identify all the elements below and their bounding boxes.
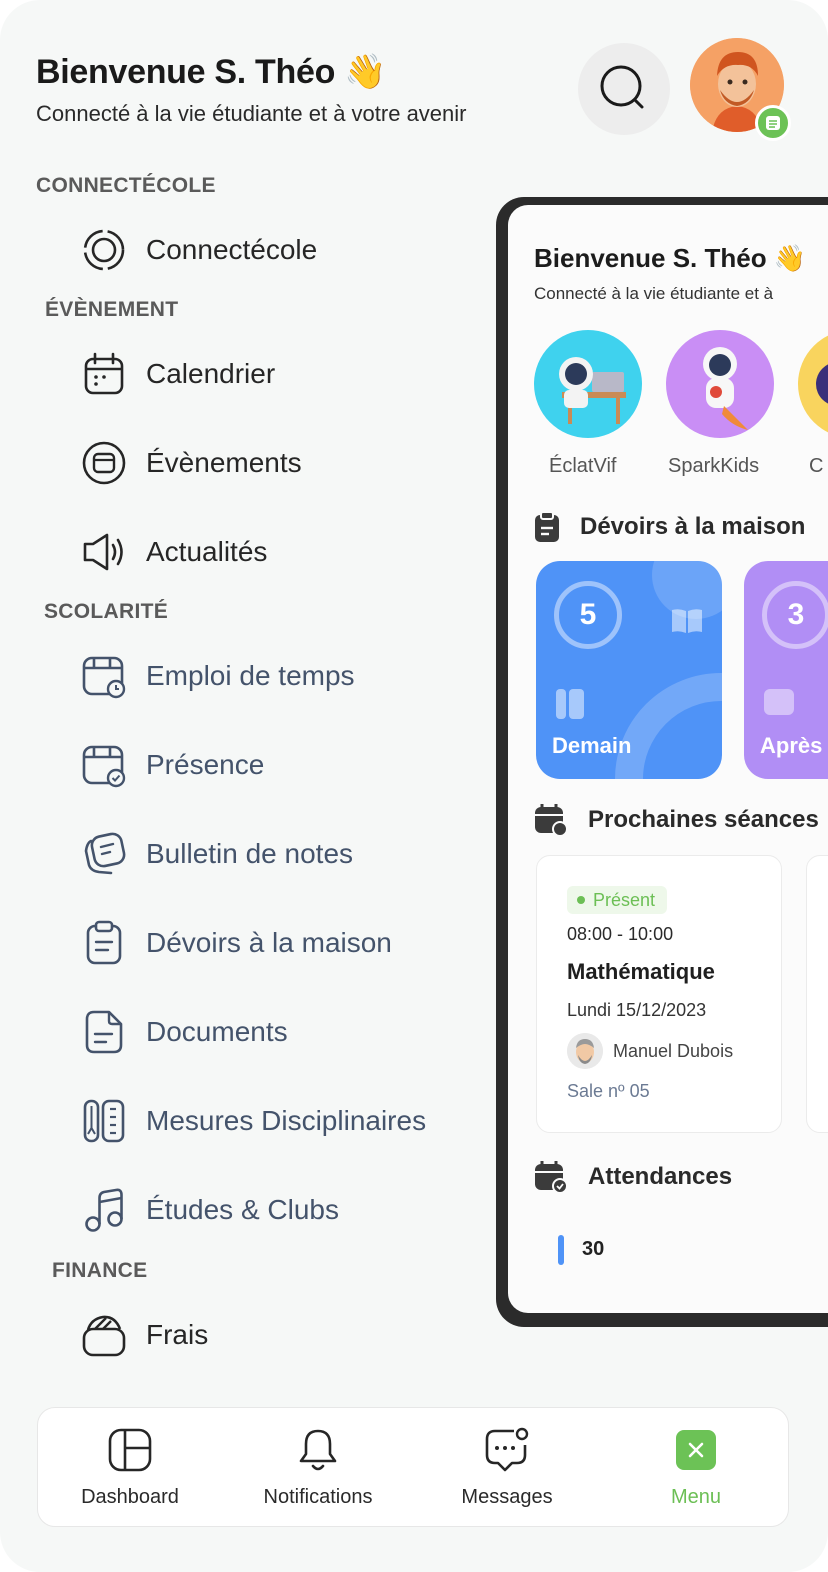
document-icon [80,1008,128,1056]
teacher-avatar [567,1033,603,1069]
dashboard-icon [106,1426,154,1474]
attendance-bar [558,1235,564,1265]
nav-dashboard[interactable]: Dashboard [45,1426,215,1509]
session-teacher: Manuel Dubois [567,1033,733,1069]
clipboard-icon [535,511,559,542]
close-icon [676,1430,716,1470]
session-time: 08:00 - 10:00 [567,924,674,944]
ruler-icon [80,1097,128,1145]
session-date: Lundi 15/12/2023 [567,1000,707,1020]
menu-item-documents[interactable]: Documents [80,1008,288,1056]
list-icon [766,116,780,130]
preview-title: Bienvenue S. Théo 👋 [534,243,807,273]
timetable-icon [80,652,128,700]
club-avatar-sparkkids[interactable] [666,330,774,438]
page-title: Bienvenue S. Théo 👋 [36,53,387,91]
events-icon [80,439,128,487]
calendar-clock-icon [535,804,568,837]
page-subtitle: Connecté à la vie étudiante et à votre a… [36,101,467,126]
search-button[interactable] [578,43,670,135]
homework-card-apres[interactable]: 3 Après [744,561,828,779]
chat-icon [483,1426,531,1474]
homework-label: Après [760,733,823,758]
session-subject: Mathématique [567,959,715,984]
homework-section-header: Dévoirs à la maison [534,511,805,543]
nav-messages[interactable]: Messages [422,1426,592,1509]
bottom-nav: Dashboard Notifications Messages Menu [37,1407,789,1527]
dashboard-preview[interactable]: Bienvenue S. Théo 👋 Connecté à la vie ét… [496,197,828,1327]
screen: Bienvenue S. Théo 👋 Connecté à la vie ét… [0,0,828,1572]
menu-item-frais[interactable]: Frais [80,1311,208,1359]
megaphone-icon [80,528,128,576]
music-note-icon [80,1186,128,1234]
dashboard-preview-inner: Bienvenue S. Théo 👋 Connecté à la vie ét… [508,205,828,1313]
club-avatar-eclatvif[interactable] [534,330,642,438]
nav-menu[interactable]: Menu [611,1426,781,1509]
status-badge [755,105,791,141]
menu-item-etudes-clubs[interactable]: Études & Clubs [80,1186,339,1234]
session-card[interactable]: Présent 08:00 - 10:00 Mathématique Lundi… [536,855,782,1133]
attendance-value: 30 [582,1238,605,1260]
bell-icon [294,1426,342,1474]
session-room: Sale nº 05 [567,1081,650,1101]
wave-emoji: 👋 [344,53,387,91]
book-icon [764,689,794,715]
menu-item-calendrier[interactable]: Calendrier [80,350,275,398]
session-card[interactable] [806,855,828,1133]
status-badge: Présent [567,886,668,914]
club-name: C [809,455,824,477]
ruler-icon [556,689,584,719]
menu-item-actualites[interactable]: Actualités [80,528,267,576]
menu-item-emploi-de-temps[interactable]: Emploi de temps [80,652,355,700]
wallet-icon [80,1311,128,1359]
status-dot [577,896,585,904]
menu-item-mesures-disciplinaires[interactable]: Mesures Disciplinaires [80,1097,426,1145]
menu-item-evenements[interactable]: Évènements [80,439,302,487]
preview-subtitle: Connecté à la vie étudiante et à [534,284,774,303]
report-card-icon [80,830,128,878]
connectecole-icon [80,226,128,274]
menu-item-connectecole[interactable]: Connectécole [80,226,317,274]
section-title-evenement: ÉVÈNEMENT [45,298,179,321]
clipboard-icon [80,919,128,967]
calendar-icon [80,350,128,398]
calendar-check-icon [535,1161,568,1194]
homework-card-demain[interactable]: 5 Demain [536,561,722,779]
club-name: SparkKids [668,455,760,477]
search-icon [600,65,644,109]
homework-count: 5 [554,581,622,649]
menu-item-presence[interactable]: Présence [80,741,264,789]
section-title-finance: FINANCE [52,1259,148,1282]
book-icon [672,609,702,633]
section-title-connectecole: CONNECTÉCOLE [36,174,216,197]
section-title-scolarite: SCOLARITÉ [44,600,169,623]
club-avatar-3[interactable] [798,330,828,438]
club-name: ÉclatVif [549,455,617,477]
sessions-section-header: Prochaines séances [534,803,819,837]
homework-label: Demain [552,733,632,758]
menu-item-bulletin-de-notes[interactable]: Bulletin de notes [80,830,353,878]
homework-count: 3 [762,581,828,649]
attendance-icon [80,741,128,789]
nav-notifications[interactable]: Notifications [233,1426,403,1509]
menu-item-devoirs[interactable]: Dévoirs à la maison [80,919,392,967]
attendance-section-header: Attendances [534,1160,732,1194]
